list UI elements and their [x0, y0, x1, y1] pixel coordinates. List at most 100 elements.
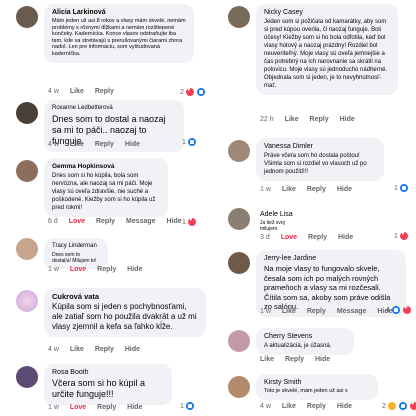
- comment-text: Dnes som si ho kúpila, bola som nervózna…: [52, 173, 156, 211]
- avatar[interactable]: [228, 252, 250, 274]
- comment-bubble: Rosa Booth Včera som si ho kúpil a určit…: [44, 364, 172, 405]
- avatar[interactable]: [16, 238, 38, 260]
- love-button[interactable]: Love: [281, 234, 297, 241]
- hide-button[interactable]: Hide: [338, 234, 353, 241]
- comment: Kirsty Smith Toto je skvelé, mám jeden u…: [216, 374, 416, 414]
- reply-button[interactable]: Reply: [307, 403, 326, 410]
- reaction-count: 1: [182, 217, 197, 226]
- like-button[interactable]: Like: [260, 356, 274, 363]
- like-reaction-icon: [196, 88, 205, 96]
- comment-actions: 4 w Like Reply Hide: [48, 141, 149, 148]
- hide-button[interactable]: Hide: [125, 141, 140, 148]
- comment-bubble: Adele Lisa Ja tiež svoj milujem.: [256, 206, 312, 237]
- comment-author[interactable]: Alicia Larkinová: [52, 8, 186, 17]
- reply-button[interactable]: Reply: [97, 404, 116, 411]
- hide-button[interactable]: Hide: [127, 266, 142, 273]
- comment-text: A aktualizácia, je úžasná.: [264, 343, 332, 349]
- comment-author[interactable]: Tracy Linderman: [52, 242, 100, 251]
- message-button[interactable]: Message: [126, 218, 156, 225]
- comment-author[interactable]: Adele Lisa: [260, 210, 304, 219]
- like-reaction-icon: [398, 402, 407, 410]
- reply-button[interactable]: Reply: [307, 308, 326, 315]
- reply-button[interactable]: Reply: [97, 266, 116, 273]
- reaction-number: 4: [386, 306, 390, 314]
- comment-author[interactable]: Gemma Hopkinsová: [52, 162, 160, 171]
- avatar[interactable]: [16, 160, 38, 182]
- like-button[interactable]: Like: [282, 403, 296, 410]
- avatar[interactable]: [228, 208, 250, 230]
- avatar[interactable]: [228, 330, 250, 352]
- comment: Rosa Booth Včera som si ho kúpil a určit…: [4, 364, 208, 414]
- love-reaction-icon: [187, 217, 196, 226]
- avatar[interactable]: [228, 376, 250, 398]
- comment-author[interactable]: Cukrová vata: [52, 292, 198, 301]
- comment-time: 6 d: [48, 218, 58, 225]
- comment-author[interactable]: Vanessa Dimler: [264, 142, 376, 151]
- like-reaction-icon: [185, 402, 194, 410]
- hide-button[interactable]: Hide: [337, 403, 352, 410]
- reply-button[interactable]: Reply: [95, 346, 114, 353]
- message-button[interactable]: Message: [337, 308, 367, 315]
- comment-bubble: Alicia Larkinová Mám jeden už asi 8 roko…: [44, 4, 194, 63]
- avatar[interactable]: [16, 6, 38, 28]
- avatar[interactable]: [16, 102, 38, 124]
- comment: Cukrová vata Kúpila som si jeden s pochy…: [4, 288, 208, 358]
- hide-button[interactable]: Hide: [337, 186, 352, 193]
- comment-author[interactable]: Nicky Casey: [264, 8, 390, 17]
- comment-time: 4 w: [48, 141, 59, 148]
- love-reaction-icon: [402, 305, 411, 314]
- comment-actions: 3 d Love Reply Hide: [260, 234, 362, 241]
- like-button[interactable]: Like: [70, 346, 84, 353]
- comment-author[interactable]: Rosa Booth: [52, 368, 164, 377]
- comment-author[interactable]: Jerry-lee Jardine: [264, 254, 398, 263]
- reply-button[interactable]: Reply: [96, 218, 115, 225]
- comment: Nicky Casey Jeden som si požičala od kam…: [216, 4, 416, 126]
- comment-actions: 1 w Like Reply Message Hide: [260, 308, 402, 315]
- comment-actions: 4 w Like Reply Hide: [260, 403, 361, 410]
- reply-button[interactable]: Reply: [310, 116, 329, 123]
- hide-button[interactable]: Hide: [167, 218, 182, 225]
- avatar[interactable]: [16, 290, 38, 312]
- reply-button[interactable]: Reply: [285, 356, 304, 363]
- comment-author[interactable]: Cherry Stevens: [264, 332, 346, 341]
- avatar[interactable]: [228, 140, 250, 162]
- comment-actions: 1 w Like Reply Hide: [260, 186, 361, 193]
- reaction-number: 1: [394, 184, 398, 192]
- hide-button[interactable]: Hide: [125, 346, 140, 353]
- reply-button[interactable]: Reply: [307, 186, 326, 193]
- reaction-number: 1: [182, 218, 186, 226]
- like-button[interactable]: Like: [282, 308, 296, 315]
- comment: Roxanne Ledbetterová Dnes som to dostal …: [4, 100, 208, 152]
- comment-bubble: Cukrová vata Kúpila som si jeden s pochy…: [44, 288, 206, 337]
- love-button[interactable]: Love: [70, 404, 86, 411]
- like-button[interactable]: Like: [70, 88, 84, 95]
- hide-button[interactable]: Hide: [340, 116, 355, 123]
- comment-text: Jeden som si požičala od kamarátky, aby …: [264, 19, 388, 89]
- comment-bubble: Nicky Casey Jeden som si požičala od kam…: [256, 4, 398, 95]
- hide-button[interactable]: Hide: [315, 356, 330, 363]
- love-button[interactable]: Love: [69, 218, 85, 225]
- love-reaction-icon: [409, 401, 416, 410]
- hide-button[interactable]: Hide: [127, 404, 142, 411]
- avatar[interactable]: [16, 366, 38, 388]
- reaction-count: 2: [382, 401, 416, 410]
- reply-button[interactable]: Reply: [95, 88, 114, 95]
- like-button[interactable]: Like: [285, 116, 299, 123]
- avatar[interactable]: [228, 6, 250, 28]
- love-button[interactable]: Love: [70, 266, 86, 273]
- like-button[interactable]: Like: [282, 186, 296, 193]
- comment: Tracy Linderman Dnes som to dostal/a! Mi…: [4, 238, 208, 278]
- comment-text: Na moje vlasy to fungovalo skvele, česal…: [264, 264, 391, 311]
- comment-author[interactable]: Kirsty Smith: [264, 378, 370, 387]
- comment-author[interactable]: Roxanne Ledbetterová: [52, 104, 176, 113]
- like-button[interactable]: Like: [70, 141, 84, 148]
- comment-text: Mám jeden už asi 8 rokov a vlasy mám skv…: [52, 18, 186, 57]
- reply-button[interactable]: Reply: [308, 234, 327, 241]
- reaction-number: 1: [394, 232, 398, 240]
- comment-time: 1 w: [48, 266, 59, 273]
- comment: Gemma Hopkinsová Dnes som si ho kúpila, …: [4, 158, 208, 232]
- reply-button[interactable]: Reply: [95, 141, 114, 148]
- reaction-count: 1: [180, 402, 195, 410]
- comment-actions: Like Reply Hide: [260, 356, 339, 363]
- comment-text: Ja tiež svoj milujem.: [260, 220, 285, 232]
